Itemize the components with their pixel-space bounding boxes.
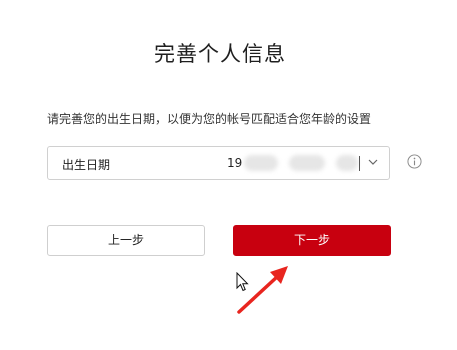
chevron-down-icon[interactable]	[367, 156, 379, 168]
description-text: 请完善您的出生日期，以便为您的帐号匹配适合您年龄的设置	[47, 112, 372, 126]
blurred-day-value	[336, 155, 358, 171]
page-title: 完善个人信息	[154, 42, 286, 66]
previous-step-button[interactable]: 上一步	[47, 225, 205, 256]
birthdate-year-value[interactable]: 19	[227, 156, 242, 170]
personal-info-page: 完善个人信息 请完善您的出生日期，以便为您的帐号匹配适合您年龄的设置 出生日期 …	[0, 0, 457, 350]
blurred-month-value	[289, 155, 325, 171]
birthdate-select[interactable]: 出生日期 19	[47, 146, 390, 180]
red-arrow-icon	[237, 266, 288, 314]
info-icon[interactable]	[407, 154, 422, 169]
blurred-year-digits	[244, 155, 278, 171]
birthdate-label: 出生日期	[62, 158, 111, 172]
text-caret	[359, 156, 360, 171]
next-step-button[interactable]: 下一步	[233, 225, 391, 256]
